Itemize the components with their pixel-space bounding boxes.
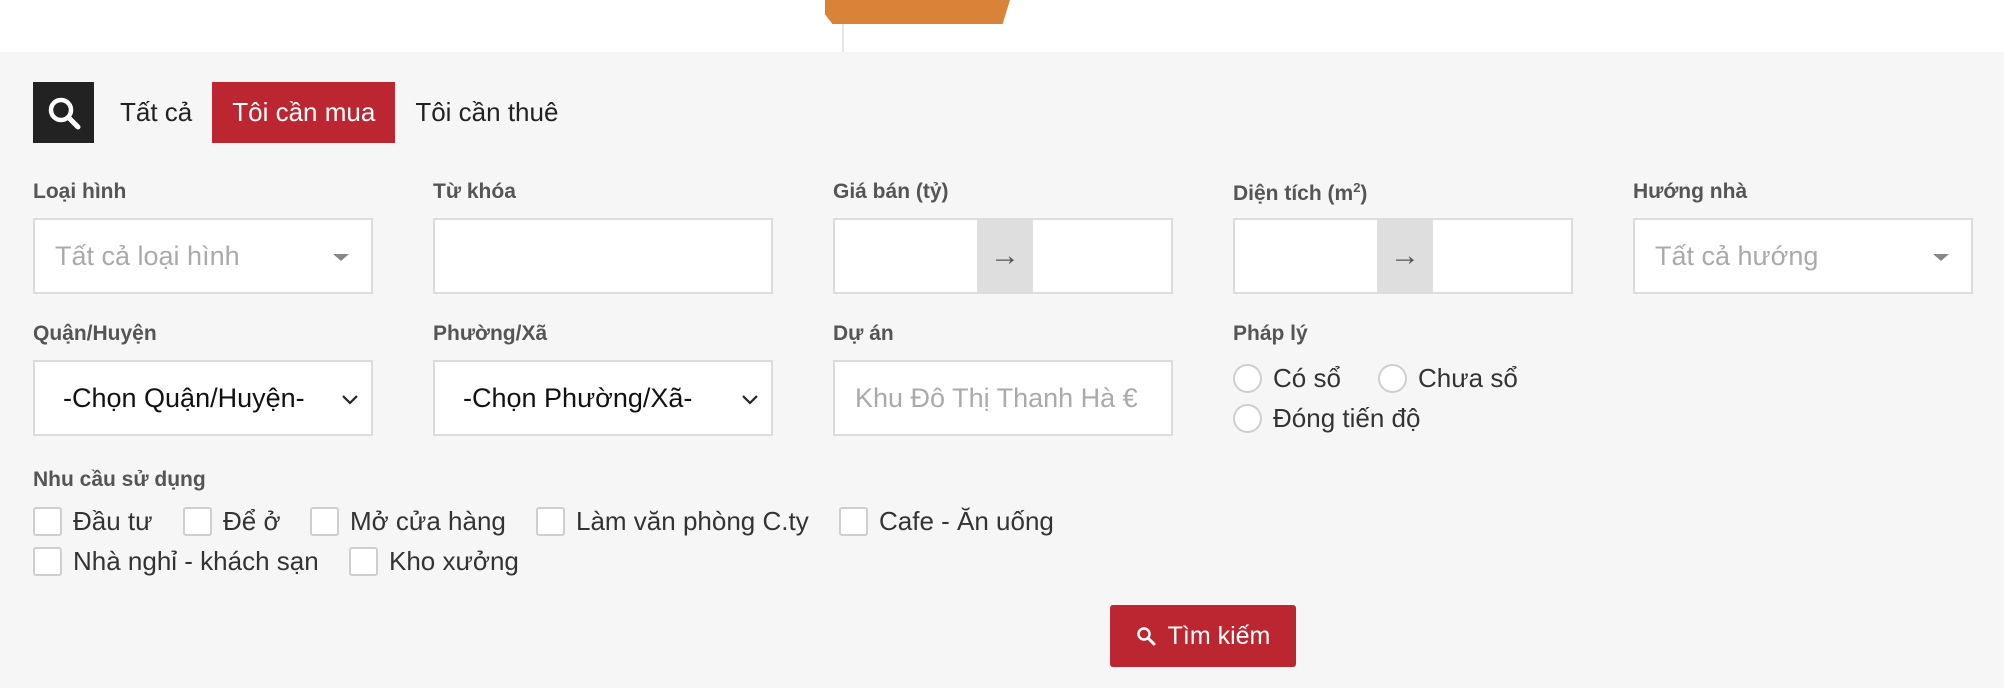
keyword-label: Từ khóa	[433, 180, 516, 203]
checkbox-label: Kho xưởng	[389, 546, 519, 576]
radio-circle[interactable]	[1233, 404, 1262, 433]
type-select[interactable]: Tất cả loại hình	[33, 218, 373, 294]
checkbox-label: Cafe - Ăn uống	[879, 506, 1054, 536]
type-label: Loại hình	[33, 180, 127, 203]
area-min-input[interactable]	[1235, 220, 1377, 292]
legal-option-dong-tien-do[interactable]: Đóng tiến độ	[1233, 403, 1420, 434]
area-label: Diện tích (m2)	[1233, 180, 1368, 205]
project-label: Dự án	[833, 322, 894, 345]
orange-banner-tab	[825, 0, 1010, 24]
direction-placeholder: Tất cả hướng	[1655, 241, 1819, 271]
checkbox[interactable]	[839, 507, 868, 536]
chevron-down-icon	[742, 395, 758, 405]
usage-option-dau-tu[interactable]: Đầu tư	[33, 506, 153, 537]
usage-option-de-o[interactable]: Để ở	[183, 506, 281, 537]
ward-selected: -Chọn Phường/Xã-	[463, 383, 693, 413]
tab-all[interactable]: Tất cả	[94, 82, 212, 143]
usage-option-van-phong[interactable]: Làm văn phòng C.ty	[536, 506, 809, 537]
keyword-input-box[interactable]	[433, 218, 773, 294]
checkbox[interactable]	[183, 507, 212, 536]
project-input-box[interactable]	[833, 360, 1173, 436]
checkbox-label: Đầu tư	[73, 506, 153, 536]
price-max-input[interactable]	[1033, 220, 1171, 292]
checkbox-label: Nhà nghỉ - khách sạn	[73, 546, 319, 576]
radio-circle[interactable]	[1233, 364, 1262, 393]
usage-option-khach-san[interactable]: Nhà nghỉ - khách sạn	[33, 546, 319, 577]
price-label: Giá bán (tỷ)	[833, 180, 949, 203]
search-icon[interactable]	[33, 82, 94, 143]
search-button-label: Tìm kiếm	[1167, 621, 1271, 650]
radio-circle[interactable]	[1378, 364, 1407, 393]
district-select[interactable]: -Chọn Quận/Huyện-	[33, 360, 373, 436]
chevron-down-icon	[342, 395, 358, 405]
checkbox-label: Để ở	[223, 506, 281, 536]
project-input[interactable]	[835, 362, 1171, 434]
radio-label: Đóng tiến độ	[1273, 403, 1421, 433]
usage-option-kho-xuong[interactable]: Kho xưởng	[349, 546, 519, 577]
usage-option-cafe[interactable]: Cafe - Ăn uống	[839, 506, 1054, 537]
banner-divider	[842, 24, 844, 52]
search-button[interactable]: Tìm kiếm	[1110, 605, 1296, 667]
direction-select[interactable]: Tất cả hướng	[1633, 218, 1973, 294]
direction-label: Hướng nhà	[1633, 180, 1748, 203]
radio-label: Có sổ	[1273, 363, 1341, 393]
ward-label: Phường/Xã	[433, 322, 548, 345]
ward-select[interactable]: -Chọn Phường/Xã-	[433, 360, 773, 436]
usage-option-mo-cua-hang[interactable]: Mở cửa hàng	[310, 506, 506, 537]
legal-label: Pháp lý	[1233, 322, 1308, 345]
price-min-input[interactable]	[835, 220, 977, 292]
caret-down-icon	[333, 254, 349, 261]
search-icon	[1136, 627, 1156, 646]
checkbox[interactable]	[536, 507, 565, 536]
legal-option-chua-so[interactable]: Chưa sổ	[1378, 363, 1518, 394]
district-label: Quận/Huyện	[33, 322, 157, 345]
area-max-input[interactable]	[1433, 220, 1571, 292]
tab-rent[interactable]: Tôi cần thuê	[395, 82, 578, 143]
checkbox[interactable]	[33, 547, 62, 576]
type-placeholder: Tất cả loại hình	[55, 241, 240, 271]
district-selected: -Chọn Quận/Huyện-	[63, 383, 305, 413]
price-range: →	[833, 218, 1173, 294]
legal-option-co-so[interactable]: Có sổ	[1233, 363, 1341, 394]
checkbox[interactable]	[349, 547, 378, 576]
top-strip	[0, 0, 2004, 52]
checkbox[interactable]	[33, 507, 62, 536]
caret-down-icon	[1933, 254, 1949, 261]
area-range: →	[1233, 218, 1573, 294]
tab-buy[interactable]: Tôi cần mua	[212, 82, 396, 143]
arrow-right-icon: →	[977, 220, 1033, 292]
checkbox[interactable]	[310, 507, 339, 536]
usage-label: Nhu cầu sử dụng	[33, 468, 206, 491]
checkbox-label: Làm văn phòng C.ty	[576, 506, 809, 536]
radio-label: Chưa sổ	[1418, 363, 1518, 393]
checkbox-label: Mở cửa hàng	[350, 506, 506, 536]
search-tabs: Tất cả Tôi cần mua Tôi cần thuê	[33, 82, 578, 143]
keyword-input[interactable]	[435, 220, 771, 292]
arrow-right-icon: →	[1377, 220, 1433, 292]
